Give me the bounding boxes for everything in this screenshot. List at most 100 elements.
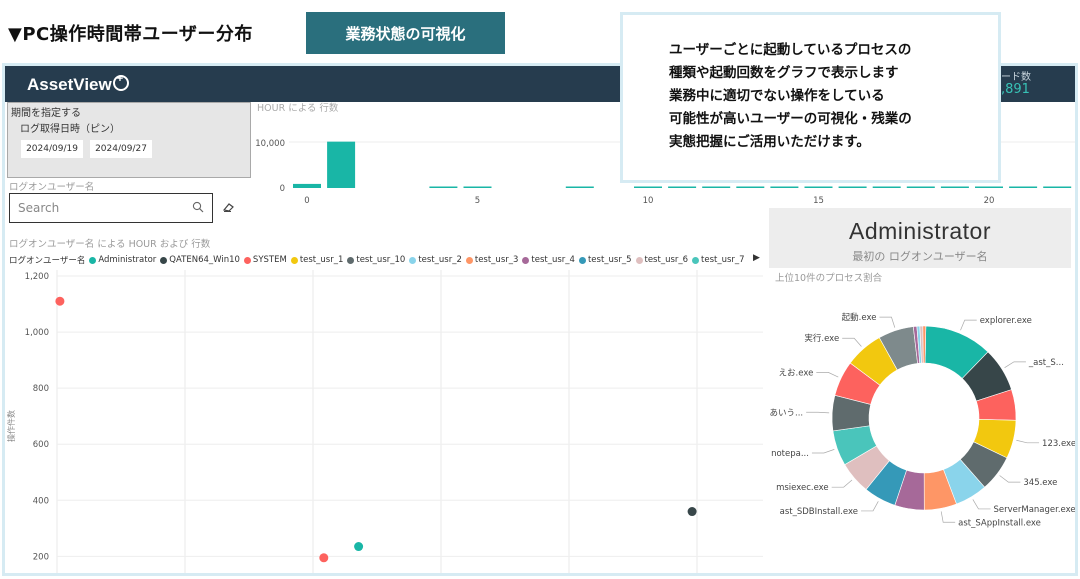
- legend-next-arrow-icon[interactable]: ▶: [753, 253, 760, 263]
- hour-bar[interactable]: [702, 186, 731, 189]
- hour-bar[interactable]: [804, 186, 833, 189]
- hour-bar[interactable]: [327, 141, 356, 188]
- hour-bar[interactable]: [872, 186, 901, 189]
- donut-leader-line: [861, 501, 879, 512]
- section-badge[interactable]: 業務状態の可視化: [306, 12, 505, 54]
- donut-slice-label: explorer.exe: [980, 316, 1032, 326]
- admin-card: Administrator 最初の ログオンユーザー名: [769, 208, 1071, 268]
- hour-bar[interactable]: [906, 186, 935, 189]
- hour-bar[interactable]: [565, 186, 594, 189]
- donut-slice-label: notepa...: [771, 449, 809, 459]
- legend-item-label: test_usr_3: [474, 255, 519, 265]
- hour-bar[interactable]: [463, 186, 492, 189]
- legend-item-label: test_usr_10: [356, 255, 406, 265]
- scatter-y-axis-label: 操作件数: [6, 410, 16, 442]
- legend-item[interactable]: test_usr_4: [522, 255, 575, 265]
- logo-plus-icon: [112, 73, 129, 91]
- legend-item-label: test_usr_2: [418, 255, 462, 265]
- legend-item[interactable]: test_usr_1: [290, 255, 343, 265]
- legend-item[interactable]: test_usr_10: [347, 255, 405, 265]
- scatter-y-tick: 600: [33, 440, 49, 450]
- scatter-point[interactable]: [319, 553, 329, 563]
- scatter-y-tick: 1,200: [25, 272, 49, 282]
- hour-bar[interactable]: [940, 186, 969, 189]
- scatter-legend: ログオンユーザー名 Administrator QATEN64_Win10 SYST…: [9, 253, 765, 267]
- page-title: ▼PC操作時間帯ユーザー分布: [8, 24, 253, 45]
- legend-dot-icon: [578, 256, 586, 264]
- hour-bar[interactable]: [736, 186, 765, 189]
- legend-dot-icon: [290, 256, 298, 264]
- period-filter-panel: 期間を指定する ログ取得日時（ピン） 2024/09/19 2024/09/27: [7, 102, 251, 178]
- legend-item[interactable]: SYSTEM: [243, 255, 287, 265]
- legend-dot-icon: [522, 256, 530, 264]
- hour-bar[interactable]: [1043, 186, 1072, 189]
- date-from-field[interactable]: 2024/09/19: [21, 140, 83, 158]
- logon-user-label: ログオンユーザー名: [9, 182, 95, 193]
- user-hour-scatter-chart: 1,200 1,000 800 600 400 200 操作件数: [6, 270, 763, 573]
- scatter-point[interactable]: [687, 507, 697, 517]
- legend-item[interactable]: test_usr_3: [465, 255, 519, 265]
- scatter-point[interactable]: [55, 296, 65, 306]
- period-filter-title: 期間を指定する: [11, 108, 81, 119]
- donut-leader-line: [972, 499, 991, 510]
- hour-bar[interactable]: [668, 186, 697, 189]
- donut-leader-line: [940, 511, 956, 523]
- legend-item-label: Administrator: [98, 255, 157, 265]
- assetview-logo: AssetView: [27, 73, 129, 95]
- hour-bar[interactable]: [429, 186, 458, 189]
- date-to-field[interactable]: 2024/09/27: [90, 140, 152, 158]
- donut-slice[interactable]: [922, 325, 927, 364]
- legend-dot-icon: [465, 256, 473, 264]
- hour-bar[interactable]: [770, 186, 799, 189]
- donut-slice-label: _ast_S...: [1028, 358, 1064, 368]
- scatter-chart-title: ログオンユーザー名 による HOUR および 行数: [9, 239, 211, 250]
- legend-item[interactable]: test_usr_7: [692, 255, 745, 265]
- bar-y-tick: 10,000: [255, 139, 285, 149]
- legend-dot-icon: [243, 256, 251, 264]
- legend-item[interactable]: QATEN64_Win10: [160, 255, 240, 265]
- donut-slice-label: msiexec.exe: [776, 483, 829, 493]
- donut-leader-line: [811, 449, 835, 454]
- legend-dot-icon: [160, 256, 168, 264]
- hour-bar[interactable]: [293, 183, 321, 188]
- donut-leader-line: [1016, 439, 1040, 444]
- callout-text: ユーザーごとに起動しているプロセスの 種類や起動回数をグラフで表示します 業務中…: [669, 42, 912, 150]
- scatter-y-tick: 1,000: [25, 328, 49, 338]
- legend-dot-icon: [635, 256, 643, 264]
- donut-leader-line: [879, 316, 896, 328]
- bar-chart-title: HOUR による 行数: [257, 102, 339, 114]
- donut-leader-line: [831, 479, 853, 488]
- hour-bar[interactable]: [1009, 186, 1038, 189]
- kpi-label: ード数: [1001, 72, 1031, 83]
- search-box[interactable]: [9, 193, 213, 223]
- donut-leader-line: [999, 475, 1021, 483]
- hour-bar[interactable]: [838, 186, 867, 189]
- legend-item[interactable]: Administrator: [89, 255, 156, 265]
- donut-slice-label: ServerManager.exe: [993, 505, 1075, 515]
- donut-leader-line: [806, 411, 830, 414]
- bar-x-tick: 5: [475, 196, 480, 206]
- donut-slice-label: ast_SAppInstall.exe: [958, 518, 1041, 528]
- legend-item[interactable]: test_usr_6: [635, 255, 688, 265]
- legend-item-label: test_usr_5: [587, 255, 632, 265]
- hour-bar[interactable]: [634, 186, 662, 189]
- hour-bar[interactable]: [975, 186, 1003, 189]
- bar-x-tick: 20: [984, 196, 995, 206]
- legend-item[interactable]: test_usr_2: [409, 255, 462, 265]
- search-input[interactable]: [18, 200, 178, 216]
- legend-item[interactable]: test_usr_5: [578, 255, 632, 265]
- donut-slice-label: えお.exe: [779, 368, 814, 378]
- legend-item-label: SYSTEM: [252, 255, 287, 265]
- legend-dot-icon: [347, 256, 355, 264]
- scatter-point[interactable]: [354, 542, 364, 552]
- legend-item-label: test_usr_7: [701, 255, 745, 265]
- donut-slice-label: 345.exe: [1023, 478, 1057, 488]
- donut-slice-label: 実行.exe: [804, 333, 839, 344]
- donut-slice-label: 起動.exe: [842, 312, 877, 323]
- eraser-icon[interactable]: [223, 201, 235, 213]
- legend-dot-icon: [692, 256, 700, 264]
- search-icon[interactable]: [192, 201, 204, 213]
- bar-x-tick: 15: [813, 196, 824, 206]
- process-donut-chart: explorer.exe _ast_S... 123.exe 345.exe Serve…: [770, 312, 1075, 528]
- donut-leader-line: [1004, 361, 1026, 369]
